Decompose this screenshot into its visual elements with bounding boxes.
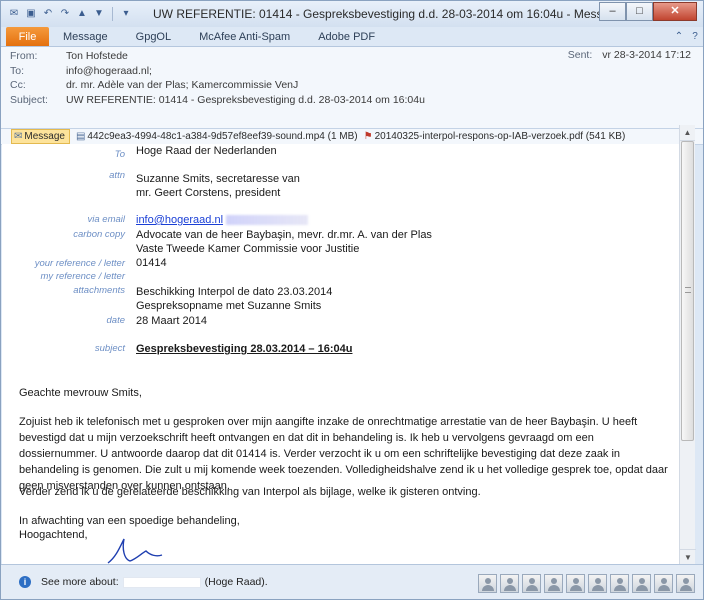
tab-gpgol[interactable]: GpgOL: [122, 27, 185, 46]
tab-mcafee[interactable]: McAfee Anti-Spam: [185, 27, 304, 46]
letter-attn-line2: mr. Geert Corstens, president: [136, 187, 281, 199]
title-bar: ✉ ▣ ↶ ↷ ▲ ▼ ▾ UW REFERENTIE: 01414 - Ges…: [1, 1, 703, 27]
letter-attn-label: attn: [109, 170, 125, 181]
see-more-label: See more about:: [41, 576, 119, 588]
window-title: UW REFERENTIE: 01414 - Gespreksbevestigi…: [153, 7, 599, 21]
letter-attn-line1: Suzanne Smits, secretaresse van: [136, 173, 300, 185]
to-value[interactable]: info@hogeraad.nl;: [66, 64, 152, 79]
letter-subject-label: subject: [94, 343, 125, 354]
letter-via-value: info@hogeraad.nl: [136, 213, 309, 227]
avatar[interactable]: [654, 574, 673, 593]
info-icon: i: [19, 576, 31, 588]
up-icon[interactable]: ▲: [75, 7, 89, 21]
avatar[interactable]: [610, 574, 629, 593]
customize-qat-icon[interactable]: ▾: [119, 7, 133, 21]
letter-yourref-value: 01414: [136, 257, 167, 269]
letter-to-label: To: [114, 149, 125, 160]
avatar[interactable]: [632, 574, 651, 593]
avatar[interactable]: [588, 574, 607, 593]
message-header: From: Ton Hofstede To: info@hogeraad.nl;…: [1, 47, 703, 129]
paragraph-2: Verder zend ik u de gerelateerde beschik…: [19, 486, 481, 498]
sent-value: vr 28-3-2014 17:12: [602, 49, 691, 61]
redo-icon[interactable]: ↷: [58, 7, 72, 21]
tab-message[interactable]: Message: [49, 27, 122, 46]
contact-avatars: [478, 574, 695, 593]
sent-info: Sent: vr 28-3-2014 17:12: [567, 49, 691, 61]
quick-access-toolbar: ✉ ▣ ↶ ↷ ▲ ▼ ▾: [7, 7, 133, 21]
subject-value: UW REFERENTIE: 01414 - Gespreksbevestigi…: [66, 93, 425, 106]
envelope-icon: ✉: [14, 131, 23, 142]
scroll-down-icon[interactable]: ▼: [680, 549, 696, 565]
letter-cc-line2: Vaste Tweede Kamer Commissie voor Justit…: [136, 243, 360, 255]
redacted-name: [122, 576, 201, 588]
avatar[interactable]: [478, 574, 497, 593]
letter-attachments-line2: Gespreksopname met Suzanne Smits: [136, 300, 322, 312]
avatar[interactable]: [566, 574, 585, 593]
attachment-bar: ✉ Message ▤ 442c9ea3-4994-48c1-a384-9d57…: [1, 129, 703, 145]
letter-attachments-line1: Beschikking Interpol de dato 23.03.2014: [136, 286, 333, 298]
from-value[interactable]: Ton Hofstede: [66, 49, 128, 64]
avatar[interactable]: [676, 574, 695, 593]
people-pane: i See more about: (Hoge Raad).: [1, 564, 703, 599]
avatar[interactable]: [500, 574, 519, 593]
to-row: To: info@hogeraad.nl;: [10, 64, 152, 79]
letter-date-label: date: [106, 315, 126, 326]
attachment-message[interactable]: ✉ Message: [11, 129, 70, 144]
message-body[interactable]: To Hoge Raad der Nederlanden attn Suzann…: [2, 144, 682, 565]
cc-row: Cc: dr. mr. Adèle van der Plas; Kamercom…: [10, 78, 299, 93]
avatar[interactable]: [544, 574, 563, 593]
vertical-scrollbar[interactable]: ▲ ▼: [679, 125, 696, 565]
save-icon[interactable]: ▣: [24, 7, 38, 21]
pdf-icon: ⚑: [363, 131, 373, 142]
scroll-up-icon[interactable]: ▲: [680, 125, 695, 141]
window-controls: – □ ✕: [599, 1, 697, 22]
subject-row: Subject: UW REFERENTIE: 01414 - Gespreks…: [10, 93, 425, 106]
email-link[interactable]: info@hogeraad.nl: [136, 214, 223, 226]
letter-subject-value: Gespreksbevestiging 28.03.2014 – 16:04u: [136, 343, 353, 355]
maximize-button[interactable]: □: [626, 1, 653, 21]
letter-via-label: via email: [87, 214, 126, 225]
letter-cc-line1: Advocate van de heer Baybaşin, mevr. dr.…: [136, 229, 432, 241]
ribbon-tabs: File Message GpgOL McAfee Anti-Spam Adob…: [1, 27, 703, 47]
minimize-button[interactable]: –: [599, 1, 626, 21]
tab-adobe-pdf[interactable]: Adobe PDF: [304, 27, 389, 46]
tab-file[interactable]: File: [6, 27, 49, 46]
close-button[interactable]: ✕: [653, 1, 697, 21]
letter-date-value: 28 Maart 2014: [136, 315, 207, 327]
outlook-app-icon: ✉: [9, 8, 19, 19]
help-icon[interactable]: ?: [687, 27, 703, 46]
redacted-email: [226, 215, 309, 226]
see-more-name[interactable]: (Hoge Raad).: [205, 576, 268, 588]
undo-icon[interactable]: ↶: [41, 7, 55, 21]
paragraph-1: Zojuist heb ik telefonisch met u gesprok…: [19, 416, 668, 492]
attachment-mp4[interactable]: ▤ 442c9ea3-4994-48c1-a384-9d57ef8eef39-s…: [76, 131, 358, 142]
minimize-ribbon-icon[interactable]: ⌃: [671, 27, 687, 46]
signature-image: [107, 538, 163, 564]
salutation: Geachte mevrouw Smits,: [19, 387, 142, 399]
qat-divider: [112, 7, 113, 21]
down-icon[interactable]: ▼: [92, 7, 106, 21]
avatar[interactable]: [522, 574, 541, 593]
cc-value[interactable]: dr. mr. Adèle van der Plas; Kamercommiss…: [66, 78, 298, 93]
letter-to-value: Hoge Raad der Nederlanden: [136, 145, 277, 157]
outlook-message-window: ✉ ▣ ↶ ↷ ▲ ▼ ▾ UW REFERENTIE: 01414 - Ges…: [0, 0, 704, 600]
scroll-thumb[interactable]: [681, 141, 694, 441]
letter-cc-label: carbon copy: [73, 229, 125, 240]
letter-yourref-label: your reference / letter: [34, 258, 125, 269]
letter-myref-label: my reference / letter: [40, 271, 125, 282]
letter-attachments-label: attachments: [73, 285, 125, 296]
attachment-pdf[interactable]: ⚑ 20140325-interpol-respons-op-IAB-verzo…: [364, 131, 626, 142]
media-file-icon: ▤: [75, 131, 86, 142]
